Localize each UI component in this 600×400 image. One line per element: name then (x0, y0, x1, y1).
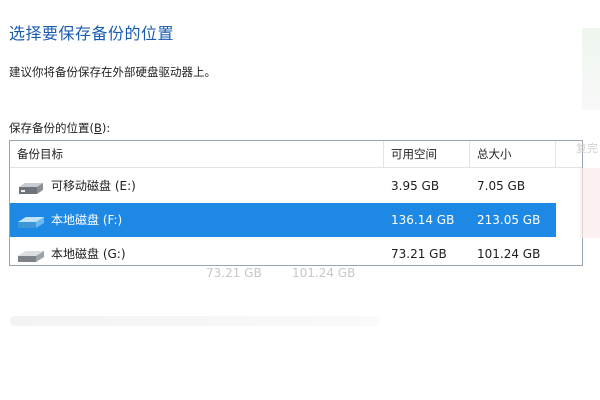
backup-destination-list[interactable]: 备份目标 可用空间 总大小 可移动磁盘 (E:) 3.95 GB 7.05 GB (9, 140, 583, 266)
background-window-edge (582, 28, 600, 110)
drive-total-size: 101.24 GB (477, 247, 541, 261)
backup-location-dialog: 选择要保存备份的位置 建议你将备份保存在外部硬盘驱动器上。 保存备份的位置(B)… (0, 0, 600, 400)
column-header-free-space[interactable]: 可用空间 (384, 141, 470, 167)
page-title: 选择要保存备份的位置 (9, 24, 175, 43)
list-row-drive-f[interactable]: 本地磁盘 (F:) 136.14 GB 213.05 GB (10, 203, 556, 237)
ghost-total-value: 101.24 GB (292, 266, 356, 280)
list-label-suffix: ): (101, 121, 111, 135)
drive-free-space: 73.21 GB (391, 247, 447, 261)
column-header-total-size[interactable]: 总大小 (470, 141, 556, 167)
drive-free-space: 3.95 GB (391, 179, 440, 193)
drive-name: 本地磁盘 (F:) (51, 213, 123, 227)
list-row-drive-g[interactable]: 本地磁盘 (G:) 73.21 GB 101.24 GB (10, 237, 556, 265)
drive-total-size: 213.05 GB (477, 213, 541, 227)
blurred-status-bar (10, 316, 380, 326)
list-row-drive-e[interactable]: 可移动磁盘 (E:) 3.95 GB 7.05 GB (10, 169, 556, 203)
background-window-text: 复完 (576, 142, 598, 155)
list-label: 保存备份的位置(B): (9, 120, 110, 136)
column-header-name[interactable]: 备份目标 (10, 141, 384, 167)
removable-drive-icon (19, 183, 43, 194)
local-disk-icon (18, 217, 44, 228)
drive-name: 可移动磁盘 (E:) (51, 179, 136, 193)
list-header: 备份目标 可用空间 总大小 (10, 141, 582, 168)
list-label-prefix: 保存备份的位置( (9, 121, 94, 135)
local-disk-icon (18, 251, 44, 262)
drive-total-size: 7.05 GB (477, 179, 526, 193)
drive-free-space: 136.14 GB (391, 213, 455, 227)
background-window-edge-lower (580, 168, 600, 238)
ghost-free-value: 73.21 GB (206, 266, 262, 280)
drive-name: 本地磁盘 (G:) (51, 247, 126, 261)
list-label-accelerator: B (94, 121, 102, 135)
description-text: 建议你将备份保存在外部硬盘驱动器上。 (9, 65, 216, 79)
